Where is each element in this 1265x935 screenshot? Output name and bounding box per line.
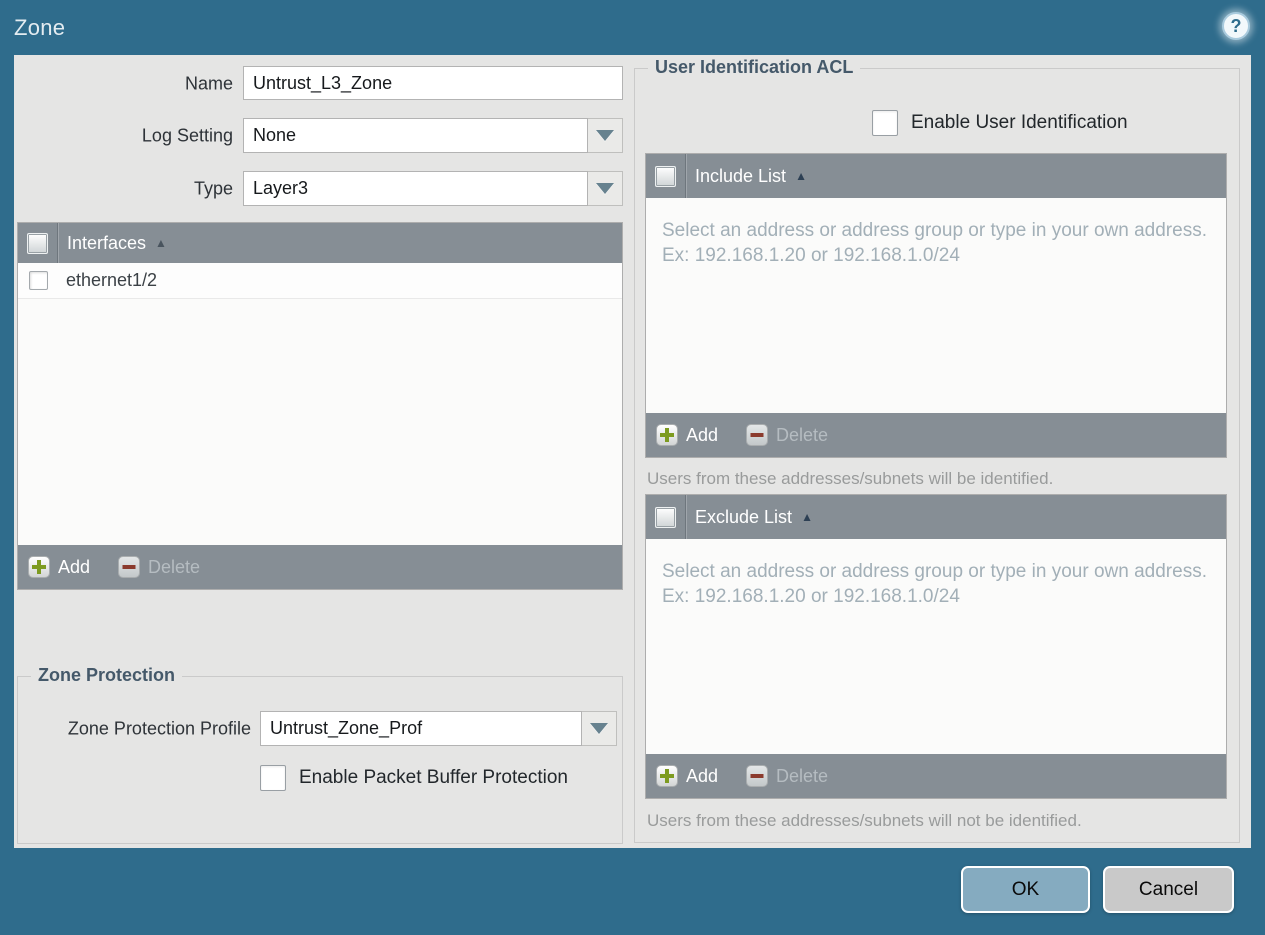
- zone-protection-section: Zone Protection Zone Protection Profile …: [17, 665, 623, 844]
- dialog-title: Zone: [14, 14, 66, 40]
- delete-icon: [746, 765, 769, 787]
- type-row: Type: [14, 171, 626, 207]
- log-setting-input[interactable]: [243, 118, 588, 153]
- exclude-list-header: Exclude List ▲: [646, 495, 1226, 539]
- zone-protection-profile-row: Zone Protection Profile: [18, 711, 622, 747]
- sort-asc-icon[interactable]: ▲: [155, 237, 167, 249]
- add-icon: [28, 556, 50, 578]
- enable-user-identification-checkbox[interactable]: [872, 110, 898, 136]
- exclude-list-placeholder: Select an address or address group or ty…: [662, 561, 1207, 607]
- log-setting-select[interactable]: [243, 118, 623, 153]
- header-checkbox-cell: [646, 154, 686, 198]
- interfaces-table-header: Interfaces ▲: [18, 223, 622, 263]
- log-setting-label: Log Setting: [141, 125, 233, 146]
- exclude-delete-button[interactable]: Delete: [746, 765, 828, 787]
- exclude-list-caption: Users from these addresses/subnets will …: [647, 811, 1082, 830]
- zone-protection-profile-label: Zone Protection Profile: [67, 718, 251, 739]
- exclude-add-button[interactable]: Add: [656, 765, 718, 787]
- include-add-button-label: Add: [686, 424, 719, 445]
- add-icon: [656, 765, 678, 787]
- chevron-down-icon: [590, 723, 608, 734]
- include-add-button[interactable]: Add: [656, 424, 718, 446]
- row-checkbox-cell: [18, 271, 58, 290]
- enable-user-identification-label: Enable User Identification: [911, 112, 1128, 133]
- user-identification-acl-legend: User Identification ACL: [648, 57, 861, 78]
- header-checkbox-cell: [646, 495, 686, 539]
- include-select-all-checkbox[interactable]: [655, 165, 676, 187]
- ok-button[interactable]: OK: [961, 866, 1090, 913]
- type-input[interactable]: [243, 171, 588, 206]
- include-list-body[interactable]: Select an address or address group or ty…: [646, 198, 1226, 413]
- packet-buffer-label: Enable Packet Buffer Protection: [299, 767, 568, 788]
- exclude-delete-button-label: Delete: [776, 765, 829, 786]
- type-select[interactable]: [243, 171, 623, 206]
- select-all-checkbox[interactable]: [27, 232, 48, 254]
- include-list-caption: Users from these addresses/subnets will …: [647, 469, 1054, 488]
- exclude-add-button-label: Add: [686, 765, 719, 786]
- log-setting-dropdown-button[interactable]: [588, 118, 623, 153]
- dialog-titlebar: Zone ?: [0, 0, 1265, 55]
- exclude-list-column-header[interactable]: Exclude List: [695, 507, 792, 528]
- add-button[interactable]: Add: [28, 556, 90, 578]
- interface-name: ethernet1/2: [66, 270, 158, 290]
- include-list-placeholder: Select an address or address group or ty…: [662, 220, 1207, 266]
- zone-protection-profile-input[interactable]: [260, 711, 582, 746]
- cancel-button[interactable]: Cancel: [1103, 866, 1234, 913]
- exclude-list-body[interactable]: Select an address or address group or ty…: [646, 539, 1226, 754]
- enable-user-identification-row: Enable User Identification: [872, 110, 1128, 136]
- packet-buffer-protection-row: Enable Packet Buffer Protection: [260, 765, 568, 791]
- sort-asc-icon[interactable]: ▲: [801, 511, 813, 523]
- name-input[interactable]: [243, 66, 623, 100]
- table-row[interactable]: ethernet1/2: [18, 263, 622, 299]
- exclude-list-footer: Add Delete: [646, 754, 1226, 798]
- name-label: Name: [184, 73, 233, 94]
- zone-protection-legend: Zone Protection: [31, 665, 183, 686]
- log-setting-row: Log Setting: [14, 118, 626, 154]
- dialog-body: Name Log Setting Type: [14, 55, 1251, 848]
- add-icon: [656, 424, 678, 446]
- user-identification-acl-section: User Identification ACL Enable User Iden…: [634, 57, 1240, 843]
- help-icon[interactable]: ?: [1222, 12, 1250, 40]
- add-button-label: Add: [58, 556, 91, 577]
- zone-protection-profile-select[interactable]: [260, 711, 617, 746]
- include-list-header: Include List ▲: [646, 154, 1226, 198]
- name-row: Name: [14, 66, 626, 102]
- interfaces-table-body: ethernet1/2: [18, 263, 622, 545]
- sort-asc-icon[interactable]: ▲: [795, 170, 807, 182]
- chevron-down-icon: [596, 183, 614, 194]
- header-checkbox-cell: [18, 223, 58, 263]
- exclude-select-all-checkbox[interactable]: [655, 506, 676, 528]
- interfaces-column-header[interactable]: Interfaces: [67, 233, 146, 254]
- delete-icon: [118, 556, 141, 578]
- delete-icon: [746, 424, 769, 446]
- interfaces-table: Interfaces ▲ ethernet1/2 Add Delete: [17, 222, 623, 590]
- type-dropdown-button[interactable]: [588, 171, 623, 206]
- enable-packet-buffer-checkbox[interactable]: [260, 765, 286, 791]
- exclude-list-table: Exclude List ▲ Select an address or addr…: [645, 494, 1227, 799]
- delete-button-label: Delete: [148, 556, 201, 577]
- include-list-footer: Add Delete: [646, 413, 1226, 457]
- row-checkbox[interactable]: [28, 271, 48, 290]
- type-label: Type: [193, 178, 233, 199]
- zone-protection-profile-dropdown-button[interactable]: [582, 711, 617, 746]
- include-delete-button[interactable]: Delete: [746, 424, 828, 446]
- zone-dialog-window: Zone ? Name Log Setting Type: [0, 0, 1265, 935]
- include-list-table: Include List ▲ Select an address or addr…: [645, 153, 1227, 458]
- chevron-down-icon: [596, 130, 614, 141]
- include-delete-button-label: Delete: [776, 424, 829, 445]
- delete-button[interactable]: Delete: [118, 556, 200, 578]
- interfaces-table-footer: Add Delete: [18, 545, 622, 589]
- include-list-column-header[interactable]: Include List: [695, 166, 786, 187]
